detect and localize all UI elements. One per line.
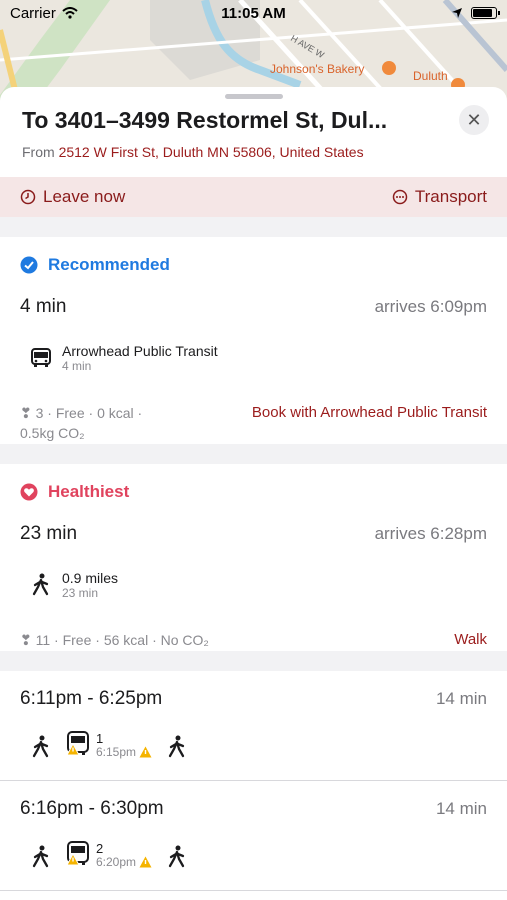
status-time: 11:05 AM (221, 4, 286, 22)
healthiest-duration: 23 min (20, 523, 78, 544)
healthiest-arrival: arrives 6:28pm (374, 524, 487, 543)
bus-route-number: 1 (96, 731, 104, 746)
recommended-label: Recommended (48, 255, 170, 274)
walk-icon (168, 735, 185, 758)
battery-icon (471, 7, 500, 19)
bus-warning-icon (66, 841, 89, 866)
recommended-route-card[interactable]: Recommended 4 min arrives 6:09pm Arrowhe… (0, 237, 507, 444)
bus-departure: 6:15pm (96, 745, 137, 759)
recommended-stats: ❣ 3 · Free · 0 kcal · 0.5kg CO₂ (20, 403, 142, 443)
bus-icon (31, 348, 51, 367)
bus-route-number: 2 (96, 841, 104, 856)
section-gap (0, 651, 507, 671)
clock-icon (20, 189, 36, 205)
origin-line: From 2512 W First St, Duluth MN 55806, U… (22, 144, 485, 160)
status-bar: Carrier 11:05 AM (0, 0, 507, 26)
healthiest-label: Healthiest (48, 482, 130, 501)
healthiest-summary: 23 min arrives 6:28pm (20, 520, 487, 548)
route-header: To 3401–3499 Restormel St, Dul... From 2… (0, 87, 507, 177)
leave-now-button[interactable]: Leave now (20, 187, 125, 207)
trip-legs: 1 6:15pm (30, 731, 487, 759)
trip-summary: 6:16pm - 6:30pm 14 min (20, 795, 487, 823)
trip-duration: 14 min (435, 689, 487, 708)
healthiest-stats: ❣ 11 · Free · 56 kcal · No CO₂ (20, 632, 209, 648)
warning-icon (139, 856, 152, 868)
recommended-stats-line2: 0.5kg CO₂ (20, 425, 85, 441)
leg-operator: Arrowhead Public Transit (62, 343, 218, 359)
sheet-grabber[interactable] (225, 94, 283, 99)
from-prefix: From (22, 144, 55, 160)
origin-address[interactable]: 2512 W First St, Duluth MN 55806, United… (59, 144, 364, 160)
healthiest-footer: ❣ 11 · Free · 56 kcal · No CO₂ Walk (20, 630, 487, 650)
walk-icon (32, 573, 49, 596)
leg-distance: 0.9 miles (62, 570, 119, 586)
recommended-footer: ❣ 3 · Free · 0 kcal · 0.5kg CO₂ Book wit… (20, 403, 487, 443)
transport-mode-label: Transport (414, 187, 487, 206)
bus-departure: 6:20pm (96, 855, 137, 869)
recommended-badge: Recommended (20, 237, 487, 293)
trip-times: 6:16pm - 6:30pm (20, 798, 164, 819)
close-button[interactable]: ✕ (459, 105, 489, 135)
walk-icon (32, 735, 49, 758)
recommended-summary: 4 min arrives 6:09pm (20, 293, 487, 321)
section-gap (0, 444, 507, 464)
map-label-duluth: Duluth (413, 69, 448, 83)
recommended-stats-line1: ❣ 3 · Free · 0 kcal · (20, 405, 143, 421)
section-gap (0, 217, 507, 237)
destination-title: To 3401–3499 Restormel St, Dul... (22, 107, 388, 133)
map-label-bakery: Johnson's Bakery (270, 62, 364, 76)
transit-option-row[interactable]: 6:11pm - 6:25pm 14 min 1 6:15pm (0, 671, 507, 781)
close-icon: ✕ (466, 109, 482, 130)
recommended-arrival: arrives 6:09pm (374, 297, 487, 316)
more-options-icon (392, 189, 408, 205)
walk-icon (168, 845, 185, 868)
healthiest-badge: Healthiest (20, 464, 487, 520)
leg-duration: 4 min (62, 359, 92, 373)
trip-times: 6:11pm - 6:25pm (20, 688, 163, 709)
trip-summary: 6:11pm - 6:25pm 14 min (20, 685, 487, 713)
healthiest-route-card[interactable]: Healthiest 23 min arrives 6:28pm 0.9 mil… (0, 464, 507, 651)
recommended-leg: Arrowhead Public Transit 4 min (30, 343, 487, 373)
transit-option-row[interactable]: 6:16pm - 6:30pm 14 min 2 6:20pm (0, 781, 507, 891)
heart-icon (20, 483, 38, 501)
leg-walk-duration: 23 min (62, 586, 99, 600)
walk-icon (32, 845, 49, 868)
verified-check-icon (20, 256, 38, 274)
directions-sheet: ✕ To 3401–3499 Restormel St, Dul... From… (0, 87, 507, 900)
options-bar: Leave now Transport (0, 177, 507, 217)
trip-legs: 2 6:20pm (30, 841, 487, 869)
healthiest-leg: 0.9 miles 23 min (30, 570, 487, 600)
trip-duration: 14 min (435, 799, 487, 818)
leave-now-label: Leave now (43, 187, 126, 206)
bus-warning-icon (66, 731, 89, 756)
bus-leg: 2 6:20pm (66, 841, 152, 869)
book-transit-link[interactable]: Book with Arrowhead Public Transit (252, 403, 487, 423)
warning-icon (139, 746, 152, 758)
bus-leg: 1 6:15pm (66, 731, 152, 759)
walk-link[interactable]: Walk (454, 630, 487, 650)
transport-mode-button[interactable]: Transport (392, 187, 487, 207)
recommended-duration: 4 min (20, 296, 67, 317)
